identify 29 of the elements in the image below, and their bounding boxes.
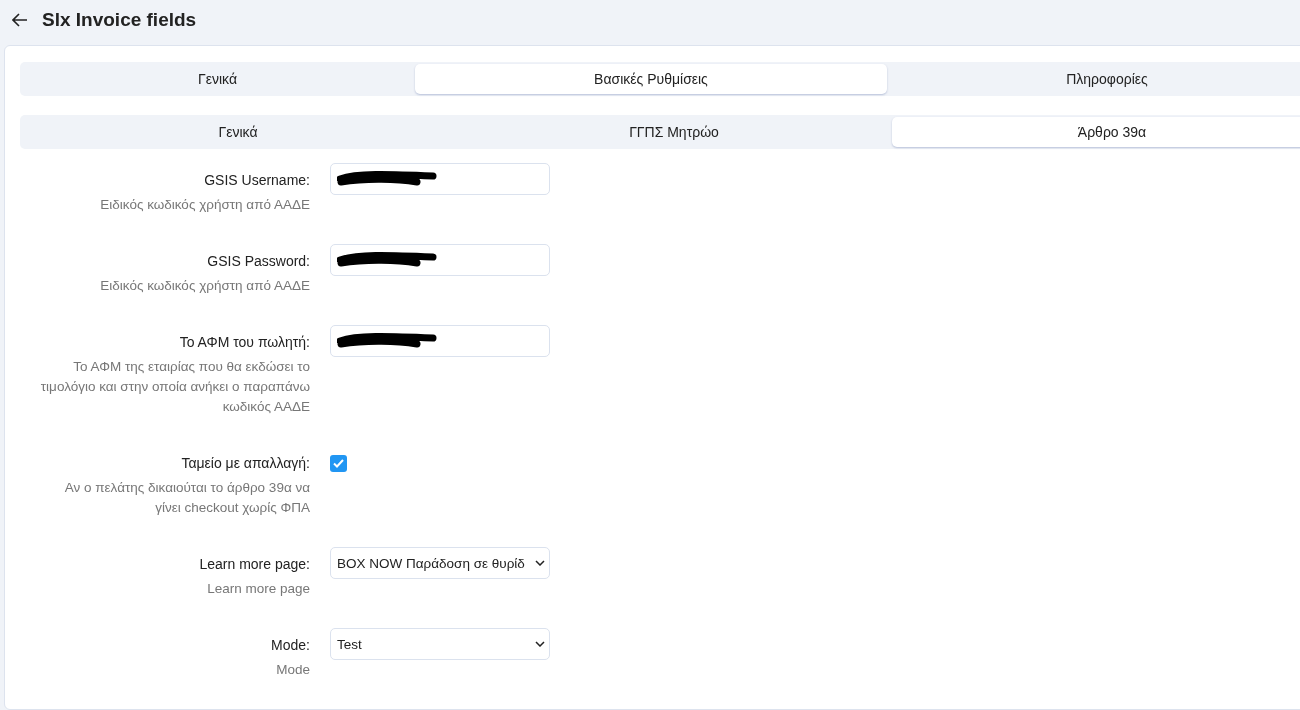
subtab[interactable]: Άρθρο 39α	[892, 117, 1300, 147]
checkmark-icon	[333, 459, 344, 468]
field-hint: Mode	[276, 661, 310, 679]
chevron-down-icon	[535, 560, 545, 566]
input-field[interactable]	[330, 325, 550, 357]
field-hint: Αν ο πελάτης δικαιούται το άρθρο 39α να γίνει checkout χωρίς ΦΠΑ	[63, 479, 310, 517]
field-label: GSIS Password:	[207, 253, 310, 269]
dropdown-select[interactable]: Test	[330, 628, 550, 660]
page-title: Slx Invoice fields	[42, 9, 197, 31]
input-field[interactable]	[330, 163, 550, 195]
field-label: GSIS Username:	[204, 172, 310, 188]
field-hint: Το ΑΦΜ της εταιρίας που θα εκδώσει το τιμολόγιο και στην οποία ανήκει ο παραπάνω κωδικός ΑΑΔΕ	[40, 358, 310, 416]
tab[interactable]: Πληροφορίες	[887, 64, 1300, 94]
checkbox[interactable]	[330, 455, 347, 472]
tab[interactable]: Βασικές Ρυθμίσεις	[415, 64, 887, 94]
dropdown-select[interactable]: BOX NOW Παράδοση σε θυρίδ	[330, 547, 550, 579]
field-label: Mode:	[271, 637, 310, 653]
field-hint: Learn more page	[207, 580, 310, 598]
field-hint: Ειδικός κωδικός χρήστη από ΑΑΔΕ	[100, 277, 310, 295]
tab[interactable]: Γενικά	[20, 64, 415, 94]
subtab[interactable]: ΓΓΠΣ Μητρώο	[456, 117, 892, 147]
field-hint: Ειδικός κωδικός χρήστη από ΑΑΔΕ	[100, 196, 310, 214]
field-label: Learn more page:	[199, 556, 310, 572]
subtab[interactable]: Γενικά	[20, 117, 456, 147]
field-label: Ταμείο με απαλλαγή:	[181, 455, 310, 471]
input-field[interactable]	[330, 244, 550, 276]
field-label: Το ΑΦΜ του πωλητή:	[179, 334, 310, 350]
chevron-down-icon	[535, 641, 545, 647]
back-button[interactable]	[12, 13, 28, 27]
